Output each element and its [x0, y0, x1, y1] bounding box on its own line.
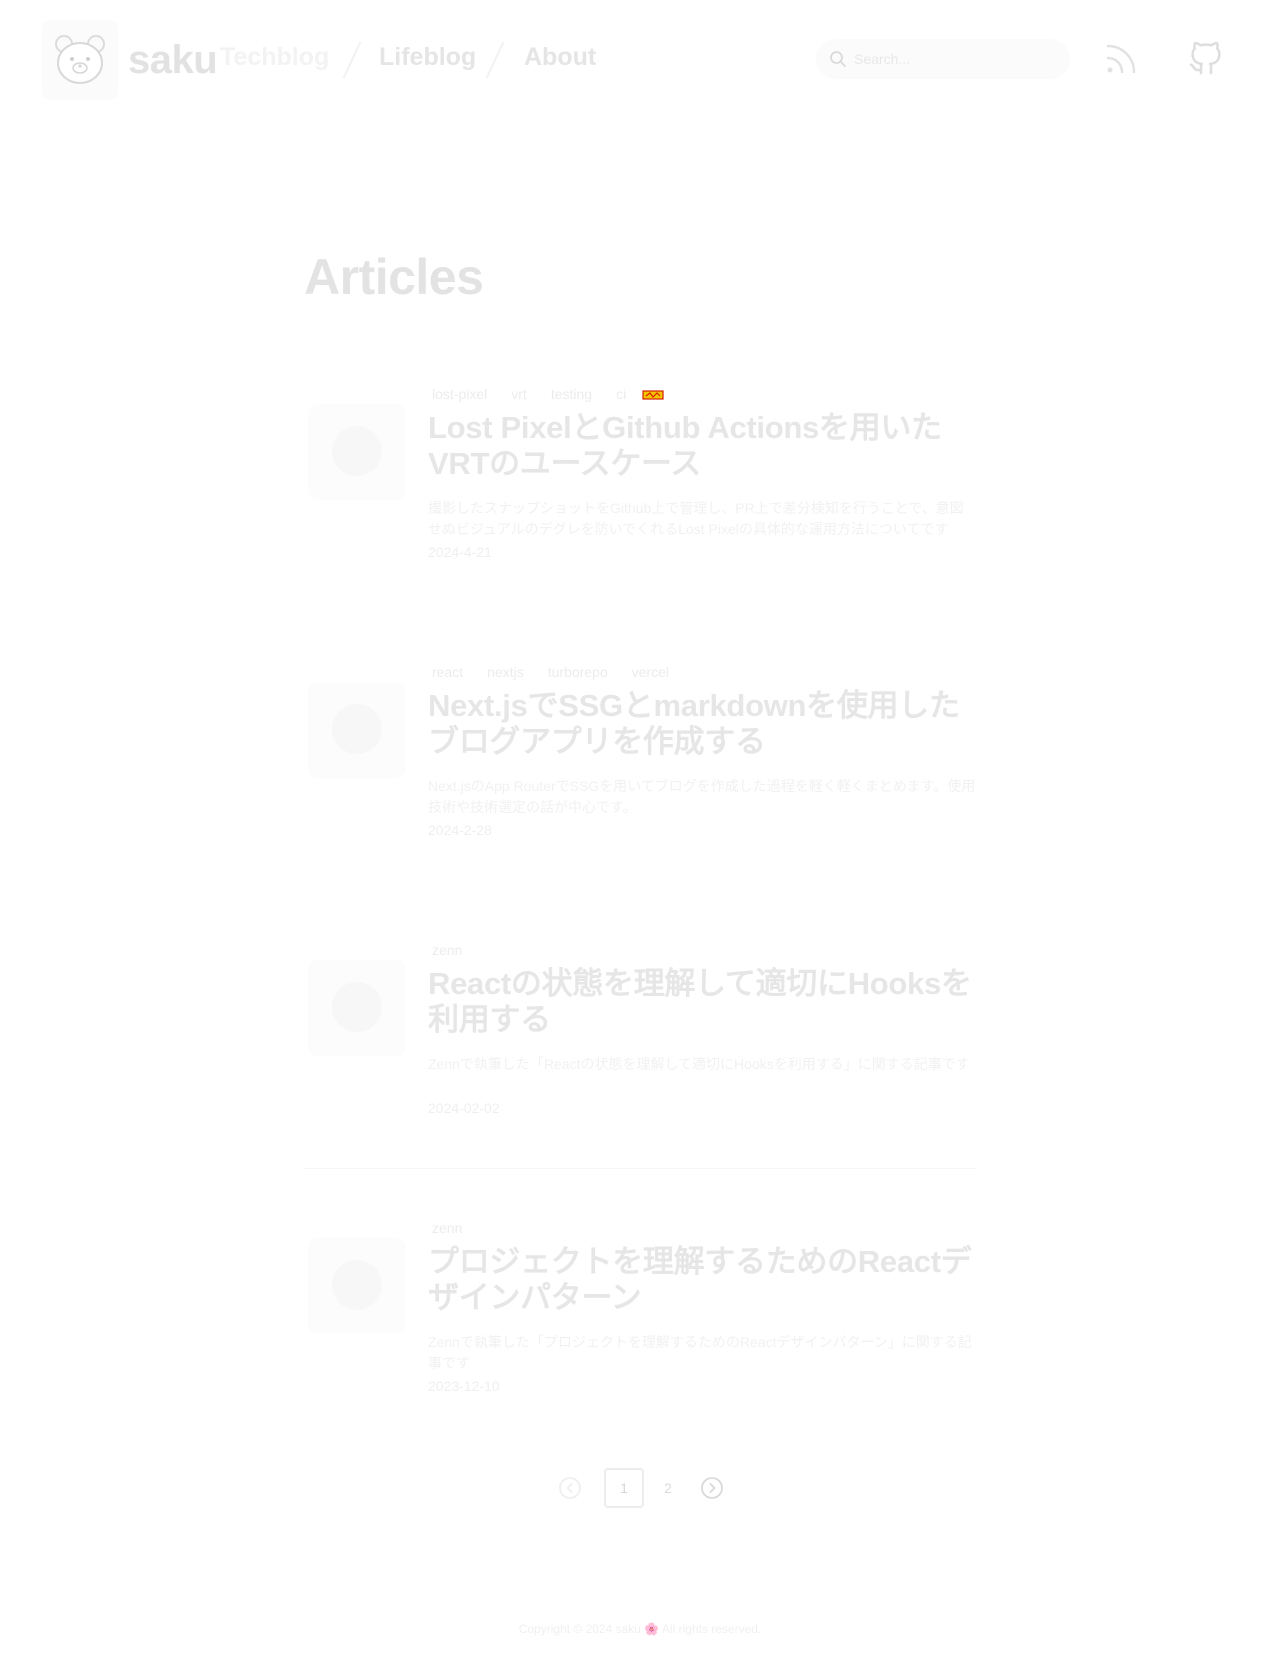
search-box[interactable]	[816, 39, 1070, 79]
pagination: 1 2	[548, 1468, 728, 1508]
article-thumbnail[interactable]	[308, 682, 406, 778]
tag-link[interactable]: testing	[547, 384, 596, 404]
article-date: 2023-12-10	[428, 1378, 500, 1394]
tag-link[interactable]: vercel	[628, 662, 673, 682]
article-title[interactable]: Next.jsでSSGとmarkdownを使用したブログアプリを作成する	[428, 688, 976, 760]
article-description: 撮影したスナップショットをGithub上で管理し、PR上で差分検知を行うことで、…	[428, 500, 964, 537]
chevron-right-icon[interactable]	[700, 1476, 724, 1500]
article-thumbnail[interactable]	[308, 404, 406, 500]
article-date: 2024-02-02	[428, 1100, 500, 1116]
article-description: Zennで執筆した「Reactの状態を理解して適切にHooksを利用する」に関す…	[428, 1056, 970, 1072]
article-date: 2024-2-28	[428, 822, 492, 838]
footer-copyright: Copyright © 2024 saku 🌸 All rights reser…	[518, 1622, 762, 1636]
github-icon[interactable]	[1186, 38, 1226, 78]
article-tags: lost-pixel vrt testing ci	[428, 384, 646, 404]
chevron-left-icon[interactable]	[558, 1476, 582, 1500]
search-icon	[830, 51, 846, 67]
cursor-marker-icon	[642, 390, 664, 400]
nav-techblog[interactable]: Techblog	[220, 43, 329, 72]
article-date: 2024-4-21	[428, 544, 492, 560]
article-divider	[304, 1168, 976, 1169]
logo[interactable]	[42, 20, 118, 100]
rss-icon[interactable]	[1104, 40, 1140, 76]
tag-link[interactable]: vrt	[507, 384, 531, 404]
page-2-button[interactable]: 2	[656, 1468, 680, 1508]
tag-link[interactable]: ci	[612, 384, 630, 404]
tag-link[interactable]: zenn	[428, 1218, 466, 1238]
page-1-button[interactable]: 1	[604, 1468, 644, 1508]
article-tags: zenn	[428, 940, 482, 960]
article-description: Next.jsのApp RouterでSSGを用いてブログを作成した過程を軽く軽…	[428, 778, 976, 815]
article-title[interactable]: プロジェクトを理解するためのReactデザインパターン	[428, 1244, 976, 1316]
nav-separator	[485, 41, 505, 79]
brand-name[interactable]: saku	[128, 38, 218, 83]
page-title: Articles	[304, 249, 484, 305]
bear-logo-icon	[55, 35, 105, 84]
article-tags: zenn	[428, 1218, 482, 1238]
tag-link[interactable]: nextjs	[483, 662, 528, 682]
article-title[interactable]: Reactの状態を理解して適切にHooksを利用する	[428, 966, 976, 1038]
nav-lifeblog[interactable]: Lifeblog	[379, 43, 476, 72]
tag-link[interactable]: zenn	[428, 940, 466, 960]
article-description: Zennで執筆した「プロジェクトを理解するためのReactデザインパターン」に関…	[428, 1334, 972, 1371]
search-input[interactable]	[854, 47, 1054, 71]
article-thumbnail[interactable]	[308, 1238, 406, 1334]
tag-link[interactable]: lost-pixel	[428, 384, 491, 404]
article-thumbnail[interactable]	[308, 960, 406, 1056]
nav-separator	[342, 41, 362, 79]
nav-about[interactable]: About	[524, 43, 596, 72]
article-tags: react nextjs turborepo vercel	[428, 662, 689, 682]
tag-link[interactable]: turborepo	[544, 662, 612, 682]
article-title[interactable]: Lost PixelとGithub Actionsを用いたVRTのユースケース	[428, 410, 976, 482]
site-header: saku Techblog Lifeblog About	[0, 0, 1280, 120]
tag-link[interactable]: react	[428, 662, 467, 682]
